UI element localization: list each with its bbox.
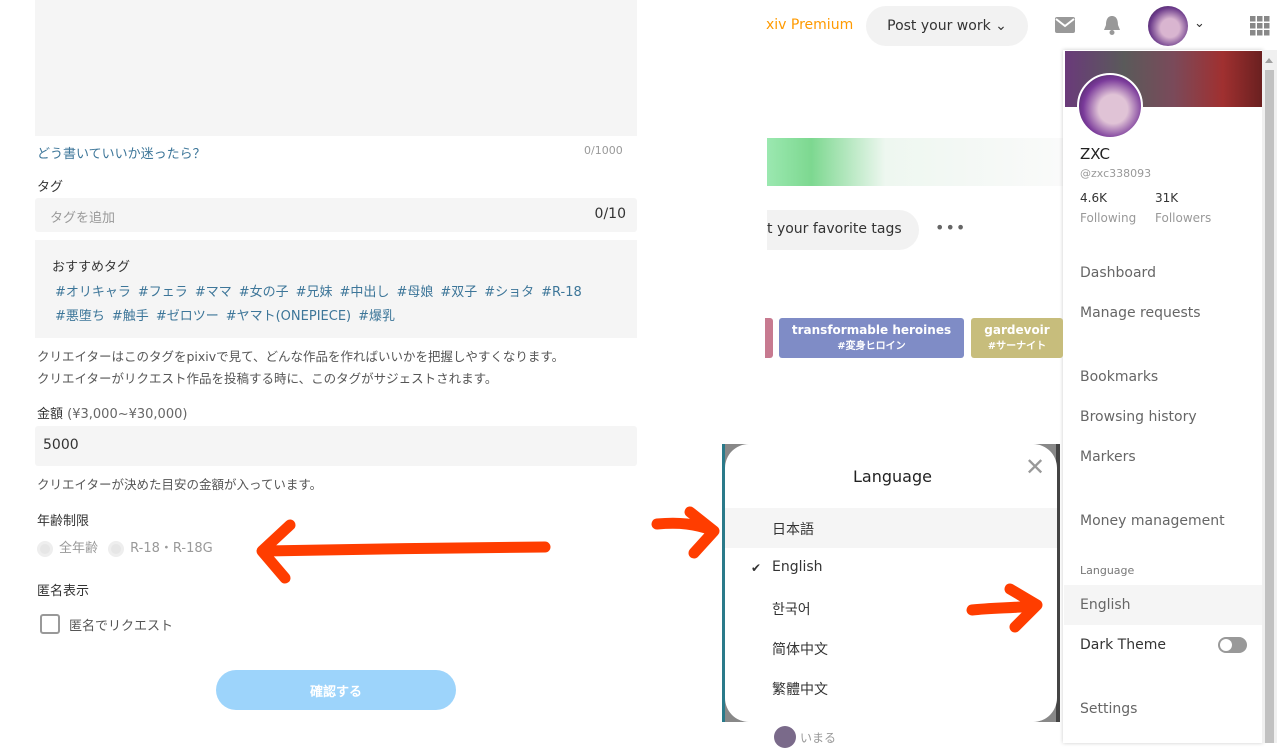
tag-card-en: transformable heroines [791, 323, 952, 337]
tag-card[interactable]: transformable heroines #変身ヒロイン [779, 318, 964, 358]
tag-card-jp: #サーナイト [987, 341, 1047, 352]
tag-card-en: gardevoir [984, 323, 1050, 337]
annotation-arrows [256, 506, 1043, 633]
tag-card[interactable]: gardevoir #サーナイト [971, 318, 1063, 358]
arrow-left-annotation [256, 519, 551, 584]
arrow-right-annotation-menu [966, 583, 1043, 633]
tag-card-jp: #変身ヒロイン [837, 341, 906, 352]
arrow-right-annotation-modal [651, 506, 720, 559]
